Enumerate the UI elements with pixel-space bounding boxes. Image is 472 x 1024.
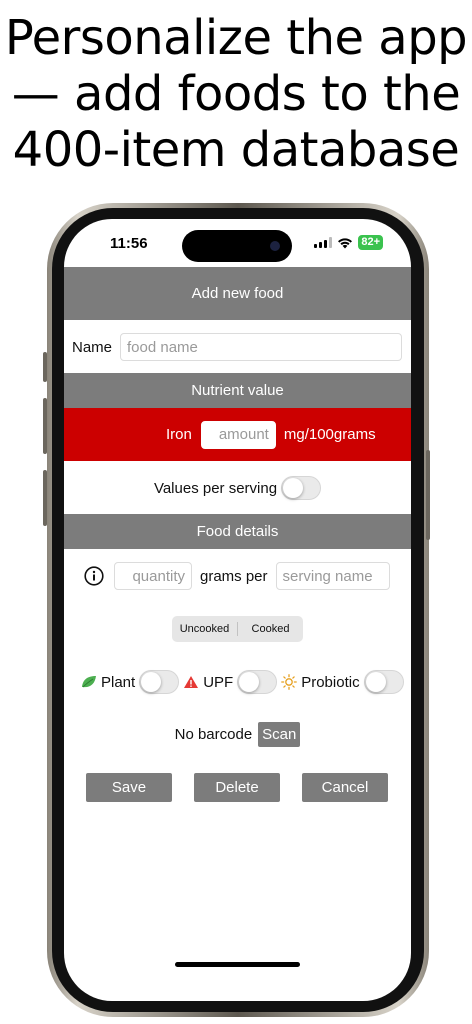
- info-icon[interactable]: [84, 566, 104, 586]
- phone-power-button: [426, 450, 430, 540]
- amount-placeholder: amount: [218, 426, 269, 443]
- wifi-icon: [338, 237, 353, 248]
- promo-headline: Personalize the app — add foods to the 4…: [0, 10, 472, 178]
- battery-level: 82+: [358, 235, 383, 250]
- values-per-serving-label: Values per serving: [153, 479, 278, 497]
- nutrient-name: Iron: [166, 426, 192, 443]
- header-add-new-food: Add new food: [64, 267, 411, 320]
- phone-volume-down-button: [43, 470, 47, 526]
- save-button[interactable]: Save: [86, 773, 172, 802]
- food-flags-row: Plant UPF Probiotic: [64, 668, 411, 696]
- probiotic-label: Probiotic: [301, 673, 360, 691]
- amount-unit: mg/100grams: [283, 426, 376, 443]
- segment-uncooked[interactable]: Uncooked: [172, 616, 237, 642]
- serving-name-placeholder: serving name: [282, 567, 373, 585]
- camera-icon: [270, 241, 280, 251]
- nutrient-amount-input[interactable]: amount: [200, 420, 276, 449]
- cellular-signal-icon: [314, 237, 333, 248]
- phone-screen: 11:56 82+ Add new food Name food name Nu…: [64, 219, 411, 1001]
- name-row: Name food name: [64, 332, 411, 362]
- cancel-button[interactable]: Cancel: [302, 773, 388, 802]
- food-details-section-header: Food details: [64, 514, 411, 549]
- nutrient-section-label: Nutrient value: [191, 382, 284, 399]
- status-time: 11:56: [110, 235, 148, 252]
- quantity-input[interactable]: quantity: [114, 562, 192, 590]
- warning-icon: [184, 676, 199, 688]
- serving-row: quantity grams per serving name: [64, 562, 411, 590]
- grams-per-label: grams per: [200, 567, 268, 585]
- upf-toggle[interactable]: [237, 670, 278, 694]
- headline-line-1: Personalize the app: [4, 10, 468, 66]
- values-per-serving-toggle[interactable]: [281, 476, 322, 500]
- values-per-serving-row: Values per serving: [64, 475, 411, 501]
- nutrient-value-section-header: Nutrient value: [64, 373, 411, 408]
- plant-toggle[interactable]: [139, 670, 180, 694]
- plant-label: Plant: [101, 673, 136, 691]
- status-icons: 82+: [314, 235, 383, 250]
- food-name-input[interactable]: food name: [120, 333, 403, 361]
- serving-name-input[interactable]: serving name: [275, 562, 390, 590]
- page-title: Add new food: [191, 285, 284, 302]
- dynamic-island: [182, 230, 292, 262]
- probiotic-toggle[interactable]: [363, 670, 404, 694]
- barcode-row: No barcode Scan: [64, 720, 411, 748]
- scan-button[interactable]: Scan: [258, 721, 301, 747]
- barcode-status: No barcode: [174, 725, 253, 743]
- home-indicator[interactable]: [175, 962, 300, 967]
- nutrient-amount-row: Iron amount mg/100grams: [64, 408, 411, 461]
- food-details-label: Food details: [196, 523, 279, 540]
- sun-icon: [281, 674, 298, 690]
- name-label: Name: [72, 338, 113, 356]
- phone-action-button: [43, 352, 47, 382]
- delete-button[interactable]: Delete: [194, 773, 280, 802]
- leaf-icon: [82, 676, 96, 688]
- phone-volume-up-button: [43, 398, 47, 454]
- segment-cooked[interactable]: Cooked: [238, 616, 303, 642]
- food-name-placeholder: food name: [127, 338, 198, 356]
- headline-line-3: 400-item database: [12, 122, 460, 178]
- quantity-placeholder: quantity: [132, 567, 185, 585]
- upf-label: UPF: [203, 673, 234, 691]
- cooked-state-segmented-control: Uncooked Cooked: [172, 616, 303, 642]
- headline-line-2: — add foods to the: [11, 66, 461, 122]
